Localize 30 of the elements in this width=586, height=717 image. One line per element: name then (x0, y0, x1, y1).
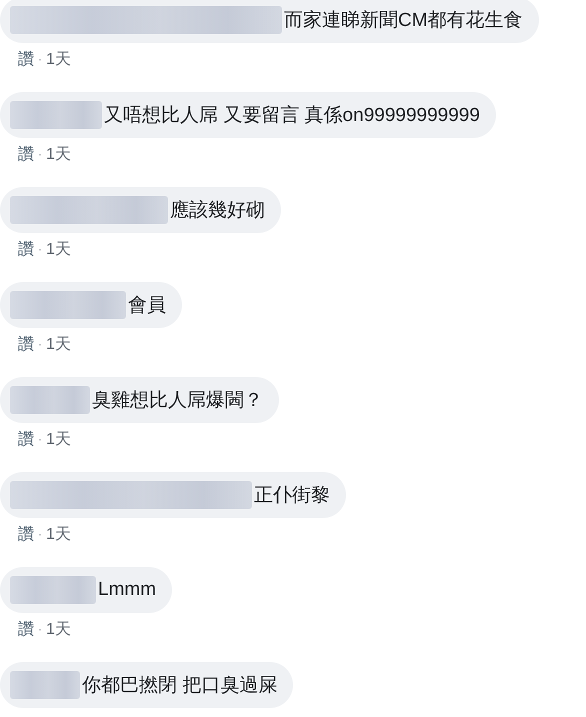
comment-text: 你都巴撚閉 把口臭過屎 (82, 674, 278, 698)
like-link[interactable]: 讚 (18, 334, 34, 354)
comment-text: 又唔想比人屌 又要留言 真係on99999999999 (104, 104, 480, 128)
comment-text: Lmmm (98, 579, 156, 601)
timestamp: 1天 (46, 240, 71, 260)
timestamp: 1天 (46, 430, 71, 450)
blurred-name (10, 671, 80, 699)
timestamp: 1天 (46, 620, 71, 640)
timestamp: 1天 (46, 144, 71, 164)
separator-dot: · (38, 622, 42, 636)
separator-dot: · (38, 337, 42, 351)
comment-text: 而家連睇新聞CM都有花生食 (284, 9, 523, 33)
comment-text: 會員 (128, 294, 166, 318)
like-link[interactable]: 讚 (18, 524, 34, 544)
comment-text: 正仆街黎 (254, 484, 330, 508)
timestamp: 1天 (46, 524, 71, 544)
like-link[interactable]: 讚 (18, 238, 34, 260)
separator-dot: · (38, 242, 42, 256)
timestamp: 1天 (46, 334, 71, 354)
timestamp: 1天 (46, 50, 71, 70)
separator-dot: · (38, 147, 42, 161)
like-link[interactable]: 讚 (18, 48, 34, 70)
like-link[interactable]: 讚 (18, 428, 34, 450)
like-link[interactable]: 讚 (18, 144, 34, 164)
separator-dot: · (38, 527, 42, 541)
comment-text: 臭雞想比人屌爆閪？ (92, 389, 263, 413)
separator-dot: · (38, 432, 42, 446)
like-link[interactable]: 讚 (18, 618, 34, 640)
separator-dot: · (38, 52, 42, 66)
comment-text: 應該幾好砌 (170, 198, 265, 223)
